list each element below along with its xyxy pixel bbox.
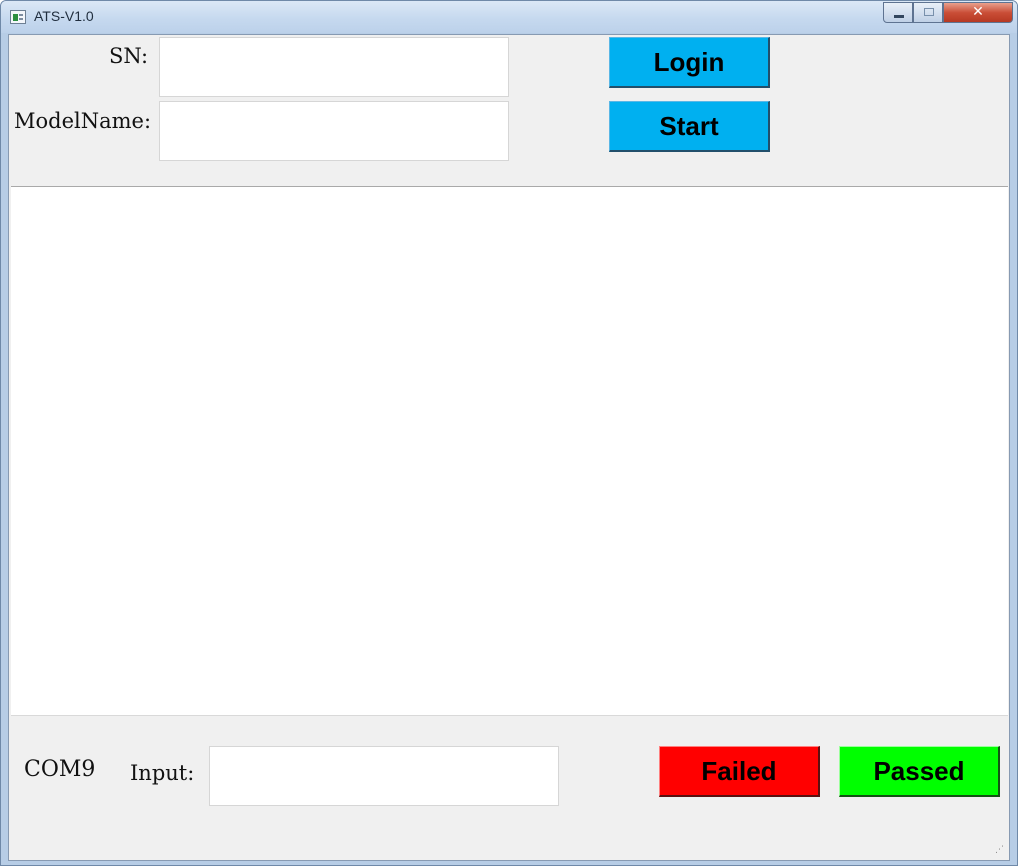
window-title: ATS-V1.0 xyxy=(34,8,94,24)
input-label: Input: xyxy=(130,761,195,785)
com-port-label: COM9 xyxy=(24,757,96,782)
sn-input[interactable] xyxy=(159,37,509,97)
client-area: SN: ModelName: Login Start COM9 Input: F… xyxy=(8,34,1010,861)
start-button[interactable]: Start xyxy=(609,101,770,152)
app-window: ATS-V1.0 ✕ SN: ModelName: Login Start CO… xyxy=(0,0,1018,866)
modelname-input[interactable] xyxy=(159,101,509,161)
sn-label: SN: xyxy=(109,44,149,68)
close-button[interactable]: ✕ xyxy=(943,2,1013,23)
title-bar[interactable]: ATS-V1.0 ✕ xyxy=(1,1,1017,33)
failed-button[interactable]: Failed xyxy=(659,746,820,797)
login-button[interactable]: Login xyxy=(609,37,770,88)
maximize-button[interactable] xyxy=(913,2,943,23)
passed-button[interactable]: Passed xyxy=(839,746,1000,797)
maximize-icon xyxy=(924,8,934,16)
command-input[interactable] xyxy=(209,746,559,806)
app-icon xyxy=(10,10,26,24)
modelname-label: ModelName: xyxy=(14,109,152,133)
resize-grip[interactable]: ⋰ xyxy=(995,846,1006,857)
log-output[interactable] xyxy=(11,186,1008,716)
minimize-icon xyxy=(894,15,904,18)
close-icon: ✕ xyxy=(972,4,984,20)
minimize-button[interactable] xyxy=(883,2,913,23)
